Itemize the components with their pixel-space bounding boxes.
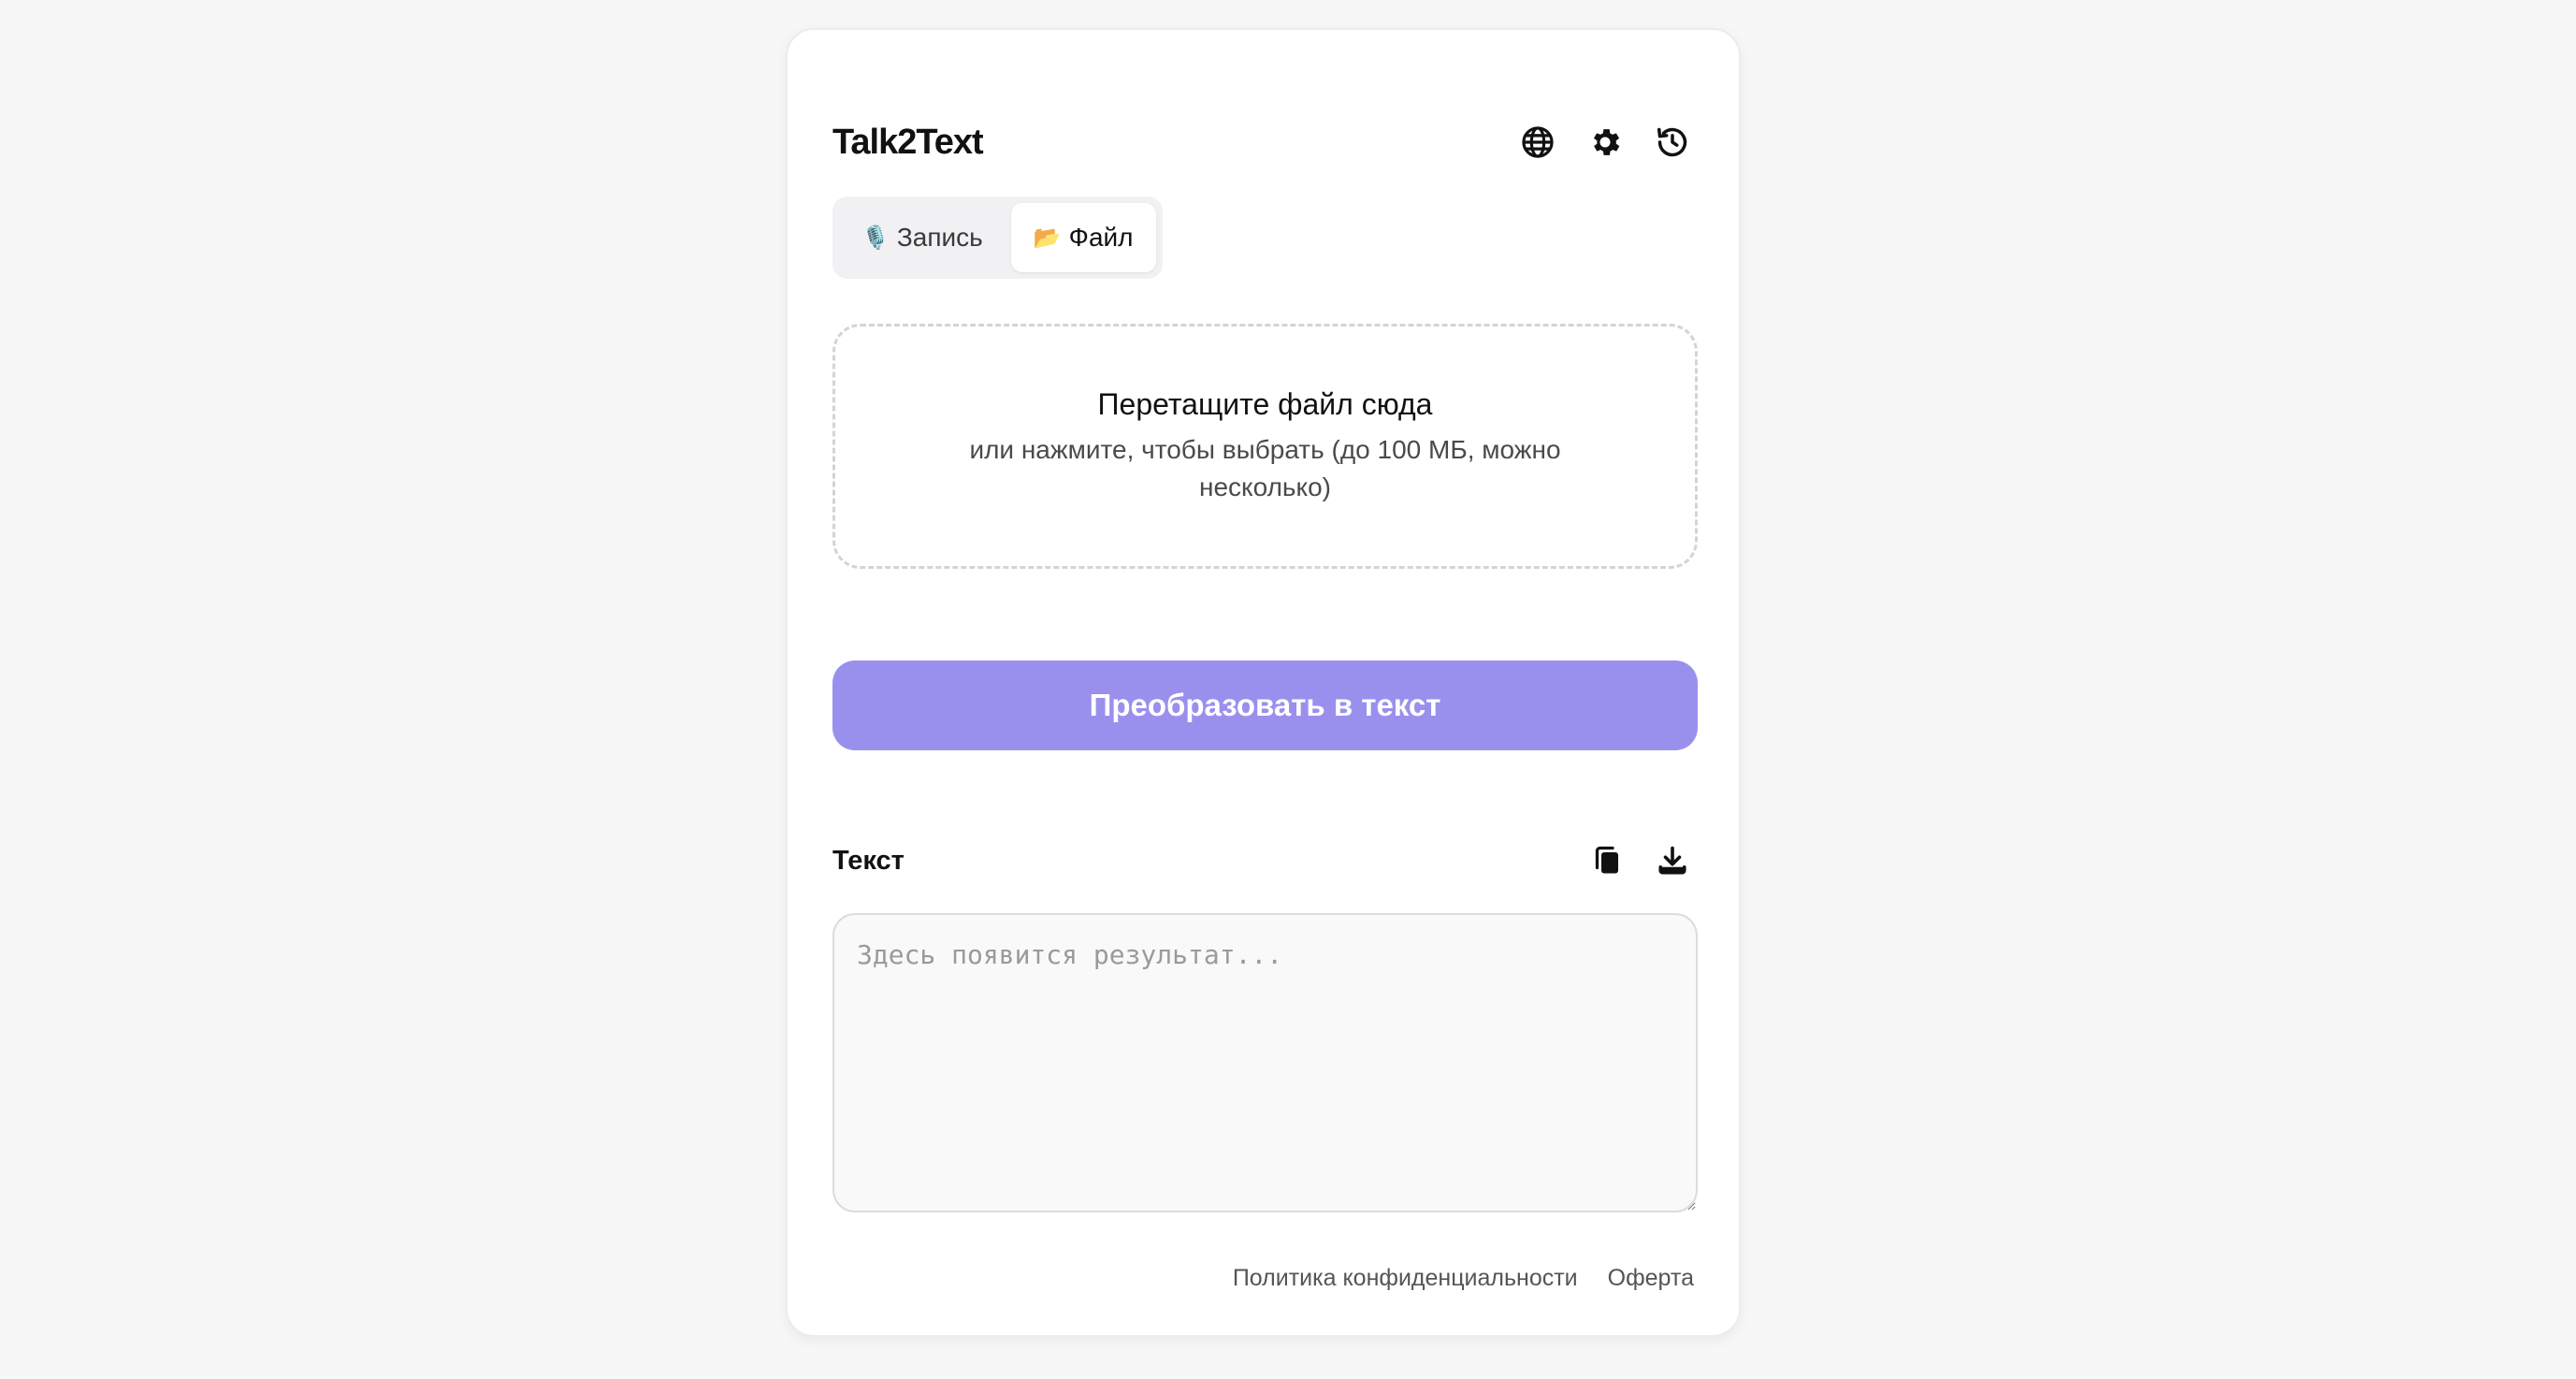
mode-tabs: 🎙️ Запись 📂 Файл bbox=[832, 196, 1163, 279]
result-textarea[interactable] bbox=[832, 913, 1698, 1212]
main-card: Talk2Text 🎙️ Запись 📂 Файл Перетащите фа… bbox=[786, 28, 1741, 1337]
app-title: Talk2Text bbox=[832, 122, 984, 162]
folder-icon: 📂 bbox=[1033, 225, 1062, 251]
tab-file[interactable]: 📂 Файл bbox=[1010, 203, 1156, 272]
microphone-icon: 🎙️ bbox=[861, 225, 890, 251]
footer-links: Политика конфиденциальности Оферта bbox=[1233, 1265, 1694, 1292]
download-button[interactable] bbox=[1647, 835, 1698, 886]
history-icon bbox=[1657, 127, 1687, 157]
copy-icon bbox=[1595, 846, 1618, 874]
privacy-policy-link[interactable]: Политика конфиденциальности bbox=[1233, 1265, 1578, 1292]
result-label: Текст bbox=[832, 845, 904, 876]
settings-button[interactable] bbox=[1580, 117, 1630, 167]
header-actions bbox=[1512, 117, 1698, 167]
offer-link[interactable]: Оферта bbox=[1608, 1265, 1694, 1292]
result-header: Текст bbox=[832, 827, 1698, 894]
globe-icon bbox=[1522, 126, 1554, 158]
result-actions bbox=[1582, 835, 1698, 886]
gear-icon bbox=[1593, 129, 1620, 155]
history-button[interactable] bbox=[1647, 117, 1698, 167]
header: Talk2Text bbox=[832, 95, 1698, 189]
tab-record-label: Запись bbox=[896, 223, 983, 252]
convert-button[interactable]: Преобразовать в текст bbox=[832, 660, 1698, 750]
language-button[interactable] bbox=[1512, 117, 1563, 167]
file-dropzone[interactable]: Перетащите файл сюда или нажмите, чтобы … bbox=[832, 324, 1698, 569]
tab-record[interactable]: 🎙️ Запись bbox=[839, 203, 1006, 272]
dropzone-subtitle: или нажмите, чтобы выбрать (до 100 МБ, м… bbox=[969, 434, 1561, 501]
copy-button[interactable] bbox=[1582, 835, 1632, 886]
tab-file-label: Файл bbox=[1068, 223, 1134, 252]
download-icon bbox=[1658, 846, 1686, 875]
dropzone-title: Перетащите файл сюда bbox=[1097, 386, 1433, 421]
